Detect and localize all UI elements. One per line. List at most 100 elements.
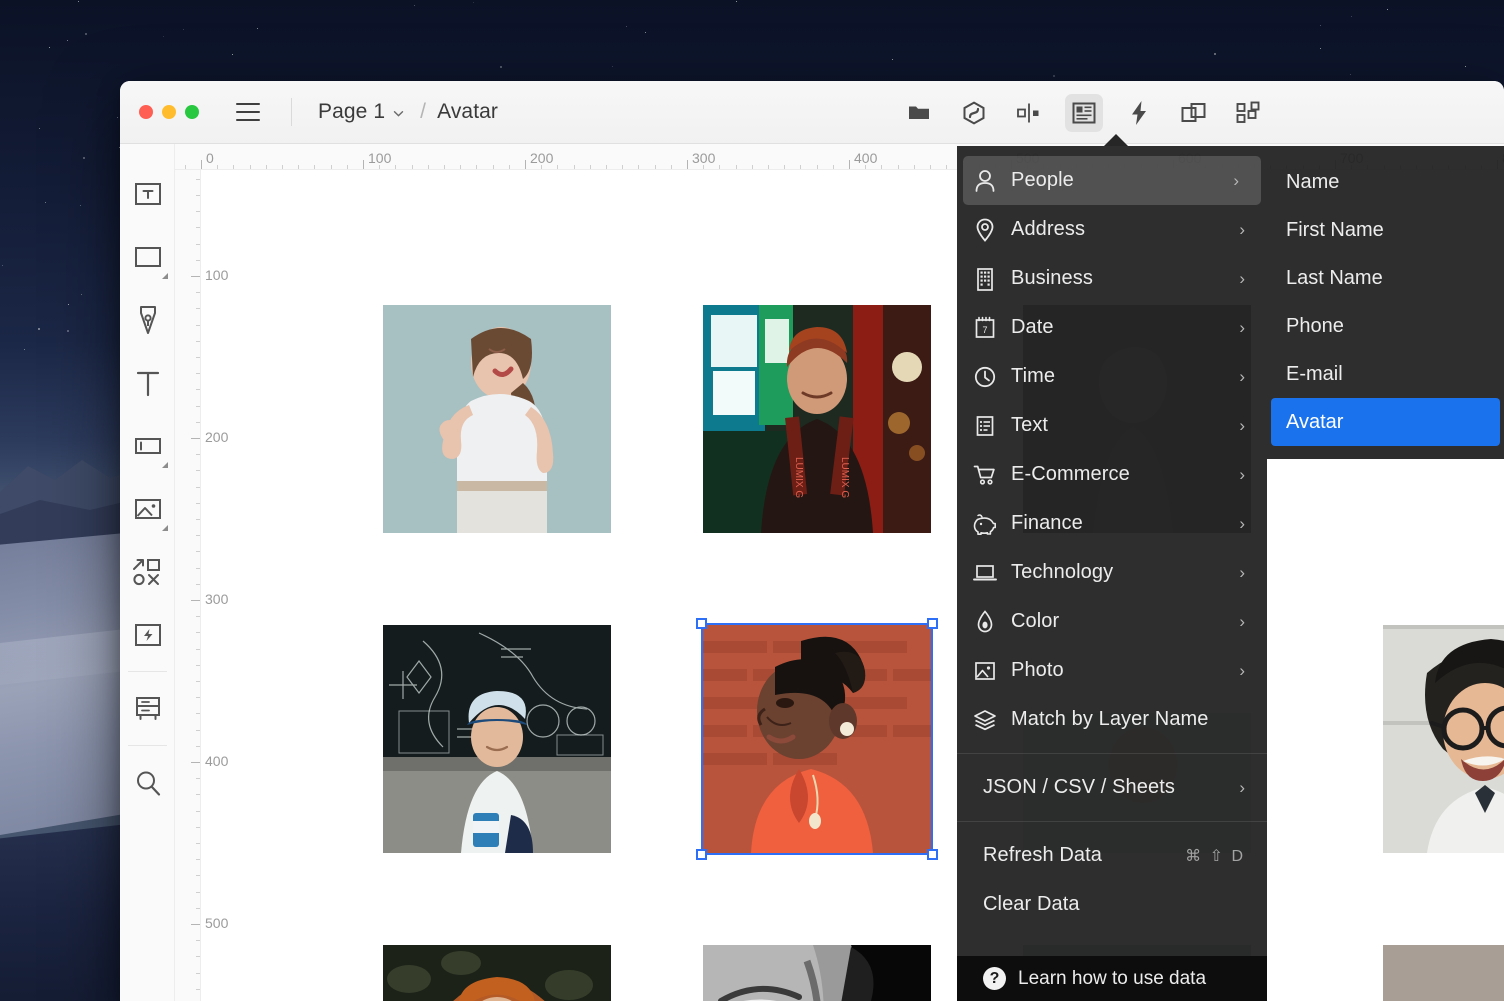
ruler-tick	[196, 778, 200, 779]
close-button[interactable]	[139, 105, 153, 119]
zoom-tool[interactable]	[120, 751, 175, 814]
ruler-tick	[590, 165, 591, 169]
avatar-card-8[interactable]	[383, 945, 611, 1001]
ruler-tick	[196, 794, 200, 795]
submenu-item-phone[interactable]: Phone	[1267, 302, 1504, 350]
menu-item-business[interactable]: Business ›	[957, 254, 1267, 303]
artboard-tool[interactable]	[120, 162, 175, 225]
menu-item-e-commerce[interactable]: E-Commerce ›	[957, 450, 1267, 499]
ruler-tick	[196, 713, 200, 714]
avatar-card-2[interactable]: LUMIX G LUMIX G	[703, 305, 931, 533]
ruler-tick	[196, 892, 200, 893]
bolt-icon[interactable]	[1120, 94, 1158, 132]
submenu-item-avatar[interactable]: Avatar	[1271, 398, 1500, 446]
duplicate-icon[interactable]	[1175, 94, 1213, 132]
submenu-item-first-name[interactable]: First Name	[1267, 206, 1504, 254]
chevron-down-icon[interactable]	[392, 107, 405, 120]
folder-icon[interactable]	[900, 94, 938, 132]
chevron-right-icon: ›	[1239, 562, 1245, 582]
chevron-right-icon: ›	[1239, 777, 1245, 797]
ruler-tick	[196, 406, 200, 407]
image-tool[interactable]	[120, 477, 175, 540]
ruler-label: 300	[692, 150, 716, 166]
ruler-tick	[196, 908, 200, 909]
calendar-icon: 7	[970, 313, 1000, 343]
menu-item-finance[interactable]: Finance ›	[957, 499, 1267, 548]
minimize-button[interactable]	[162, 105, 176, 119]
ruler-tick	[331, 165, 332, 169]
laptop-icon	[970, 558, 1000, 588]
breadcrumb-leaf[interactable]: Avatar	[437, 100, 498, 124]
menu-item-shortcut: ⌘ ⇧ D	[1185, 847, 1245, 865]
menu-item-match-by-layer-name[interactable]: Match by Layer Name	[957, 695, 1267, 744]
pen-tool[interactable]	[120, 288, 175, 351]
rectangle-tool[interactable]	[120, 225, 175, 288]
ruler-tick	[196, 827, 200, 828]
components-tool[interactable]	[120, 677, 175, 740]
menu-item-label: Clear Data	[983, 893, 1080, 915]
menu-item-photo[interactable]: Photo ›	[957, 646, 1267, 695]
ruler-tick	[881, 165, 882, 169]
avatar-card-5[interactable]	[703, 625, 931, 853]
menu-item-color[interactable]: Color ›	[957, 597, 1267, 646]
tool-submenu-indicator[interactable]	[162, 462, 168, 468]
menu-footer-learn[interactable]: ? Learn how to use data	[957, 956, 1267, 1001]
avatar-card-11[interactable]	[1383, 945, 1504, 1001]
selection-handle-bottom-right[interactable]	[927, 849, 938, 860]
cart-icon	[970, 460, 1000, 490]
chevron-right-icon: ›	[1239, 464, 1245, 484]
ruler-tick	[541, 165, 542, 169]
hotspot-tool[interactable]	[120, 603, 175, 666]
menu-item-people[interactable]: People ›	[963, 156, 1261, 205]
menu-item-text[interactable]: Text ›	[957, 401, 1267, 450]
toolbar-divider	[291, 98, 292, 126]
avatar-card-9[interactable]	[703, 945, 931, 1001]
menu-item-label: Date	[1011, 316, 1054, 338]
transform-tool[interactable]	[120, 540, 175, 603]
hamburger-icon[interactable]	[236, 103, 260, 121]
shape-icon[interactable]	[955, 94, 993, 132]
ruler-tick	[606, 165, 607, 169]
selection-handle-bottom-left[interactable]	[696, 849, 707, 860]
text-tool[interactable]	[120, 351, 175, 414]
ruler-tick	[196, 956, 200, 957]
components-icon[interactable]	[1230, 94, 1268, 132]
menu-item-address[interactable]: Address ›	[957, 205, 1267, 254]
avatar-card-1[interactable]	[383, 305, 611, 533]
ruler-tick	[509, 165, 510, 169]
selection-handle-top-right[interactable]	[927, 618, 938, 629]
tool-divider	[127, 745, 167, 746]
menu-item-refresh-data[interactable]: Refresh Data ⌘ ⇧ D	[957, 831, 1267, 880]
submenu-item-last-name[interactable]: Last Name	[1267, 254, 1504, 302]
distribute-icon[interactable]	[1010, 94, 1048, 132]
menu-item-label: Time	[1011, 365, 1056, 387]
chevron-right-icon: ›	[1239, 219, 1245, 239]
avatar-card-4[interactable]	[383, 625, 611, 853]
breadcrumb-page[interactable]: Page 1	[318, 100, 385, 124]
tool-submenu-indicator[interactable]	[162, 273, 168, 279]
ruler-tick	[191, 924, 200, 925]
menu-item-date[interactable]: 7 Date ›	[957, 303, 1267, 352]
menu-item-time[interactable]: Time ›	[957, 352, 1267, 401]
ruler-tick	[201, 160, 202, 169]
vertical-ruler[interactable]	[175, 170, 201, 1001]
tool-submenu-indicator[interactable]	[162, 525, 168, 531]
maximize-button[interactable]	[185, 105, 199, 119]
ruler-tick	[703, 165, 704, 169]
ruler-tick	[196, 227, 200, 228]
selection-handle-top-left[interactable]	[696, 618, 707, 629]
menu-item-clear-data[interactable]: Clear Data	[957, 880, 1267, 929]
submenu-item-email[interactable]: E-mail	[1267, 350, 1504, 398]
ruler-label: 100	[205, 267, 229, 283]
menu-item-label: JSON / CSV / Sheets	[983, 776, 1175, 798]
avatar-card-7[interactable]	[1383, 625, 1504, 853]
menu-item-technology[interactable]: Technology ›	[957, 548, 1267, 597]
field-tool[interactable]	[120, 414, 175, 477]
submenu-item-name[interactable]: Name	[1267, 158, 1504, 206]
svg-text:LUMIX G: LUMIX G	[793, 457, 804, 498]
menu-item-json-csv-sheets[interactable]: JSON / CSV / Sheets ›	[957, 763, 1267, 812]
ruler-tick	[196, 859, 200, 860]
data-icon[interactable]	[1065, 93, 1103, 132]
ruler-tick	[196, 487, 200, 488]
ruler-tick	[196, 746, 200, 747]
